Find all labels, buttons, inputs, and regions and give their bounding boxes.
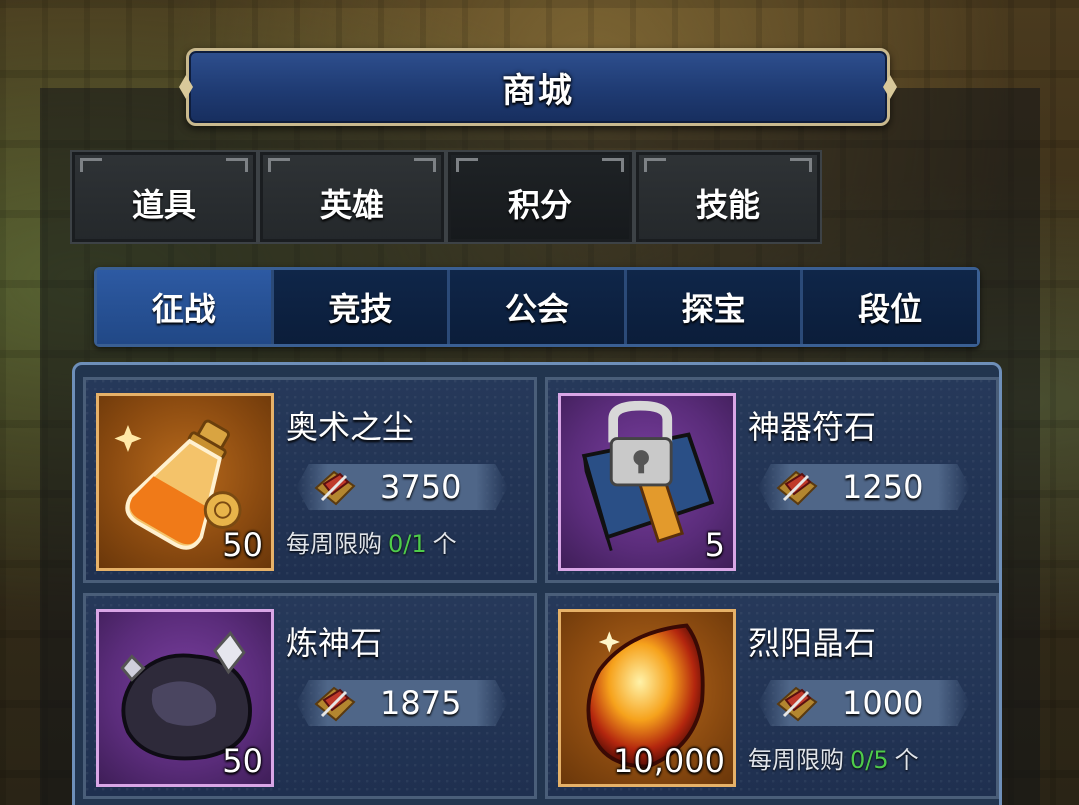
tab-corner-ornament xyxy=(456,158,478,172)
tab-label: 道具 xyxy=(131,186,196,224)
tab-corner-ornament xyxy=(414,158,436,172)
tab-corner-ornament xyxy=(268,158,290,172)
subtab-label: 公会 xyxy=(504,290,569,328)
subtab-label: 竞技 xyxy=(328,290,393,328)
item-quantity: 50 xyxy=(222,526,263,564)
limit-count: 0/5 xyxy=(850,746,889,774)
campaign-points-icon xyxy=(314,470,356,506)
tab-label: 英雄 xyxy=(319,186,384,224)
item-price: 1875 xyxy=(380,684,462,722)
limit-prefix: 每周限购 xyxy=(286,530,382,558)
tab-label: 技能 xyxy=(695,186,760,224)
item-price: 3750 xyxy=(380,468,462,506)
price-tag[interactable]: 3750 xyxy=(296,464,508,510)
purchase-limit: 每周限购 0/1 个 xyxy=(286,524,457,559)
item-icon-frame: 50 xyxy=(96,609,274,787)
campaign-points-icon xyxy=(776,686,818,722)
campaign-points-icon xyxy=(776,470,818,506)
item-price: 1000 xyxy=(842,684,924,722)
tab-corner-ornament xyxy=(226,158,248,172)
shop-item-card[interactable]: 50 奥术之尘 3750 每周限购 0/1 个 xyxy=(83,377,537,583)
subtab-label: 征战 xyxy=(151,290,216,328)
subtab-label: 探宝 xyxy=(681,290,746,328)
tab-label: 积分 xyxy=(507,186,572,224)
purchase-limit: 每周限购 0/5 个 xyxy=(748,740,919,775)
price-tag[interactable]: 1000 xyxy=(758,680,970,726)
main-tab-bar: 道具 英雄 积分 技能 xyxy=(70,150,822,244)
item-name: 烈阳晶石 xyxy=(748,624,877,662)
subtab-rank[interactable]: 段位 xyxy=(803,270,977,344)
limit-prefix: 每周限购 xyxy=(748,746,844,774)
item-icon-frame: 10,000 xyxy=(558,609,736,787)
subtab-label: 段位 xyxy=(858,290,923,328)
item-quantity: 10,000 xyxy=(613,742,725,780)
shop-title-bar: 商城 xyxy=(186,48,890,126)
tab-heroes[interactable]: 英雄 xyxy=(258,150,446,244)
shop-item-grid: 50 奥术之尘 3750 每周限购 0/1 个 5 神器符石 1250 50 炼… xyxy=(83,377,999,799)
subtab-treasure[interactable]: 探宝 xyxy=(626,270,804,344)
tab-items[interactable]: 道具 xyxy=(70,150,258,244)
price-tag[interactable]: 1250 xyxy=(758,464,970,510)
tab-skills[interactable]: 技能 xyxy=(634,150,822,244)
tab-corner-ornament xyxy=(80,158,102,172)
subtab-guild[interactable]: 公会 xyxy=(450,270,627,344)
limit-suffix: 个 xyxy=(894,746,919,774)
item-name: 奥术之尘 xyxy=(286,408,415,446)
tab-points[interactable]: 积分 xyxy=(446,150,634,244)
item-icon-frame: 5 xyxy=(558,393,736,571)
tab-corner-ornament xyxy=(790,158,812,172)
limit-count: 0/1 xyxy=(388,530,427,558)
limit-suffix: 个 xyxy=(432,530,457,558)
campaign-points-icon xyxy=(314,686,356,722)
tab-corner-ornament xyxy=(602,158,624,172)
item-name: 炼神石 xyxy=(286,624,383,662)
item-quantity: 5 xyxy=(704,526,725,564)
shop-item-panel: 50 奥术之尘 3750 每周限购 0/1 个 5 神器符石 1250 50 炼… xyxy=(72,362,1002,805)
price-tag[interactable]: 1875 xyxy=(296,680,508,726)
shop-item-card[interactable]: 10,000 烈阳晶石 1000 每周限购 0/5 个 xyxy=(545,593,999,799)
sub-tab-bar: 征战 竞技 公会 探宝 段位 xyxy=(94,267,980,347)
tab-corner-ornament xyxy=(644,158,666,172)
item-quantity: 50 xyxy=(222,742,263,780)
shop-item-card[interactable]: 50 炼神石 1875 xyxy=(83,593,537,799)
item-price: 1250 xyxy=(842,468,924,506)
shop-item-card[interactable]: 5 神器符石 1250 xyxy=(545,377,999,583)
item-icon-frame: 50 xyxy=(96,393,274,571)
item-name: 神器符石 xyxy=(748,408,877,446)
subtab-arena[interactable]: 竞技 xyxy=(273,270,451,344)
subtab-campaign[interactable]: 征战 xyxy=(97,270,274,344)
page-title: 商城 xyxy=(502,70,574,111)
